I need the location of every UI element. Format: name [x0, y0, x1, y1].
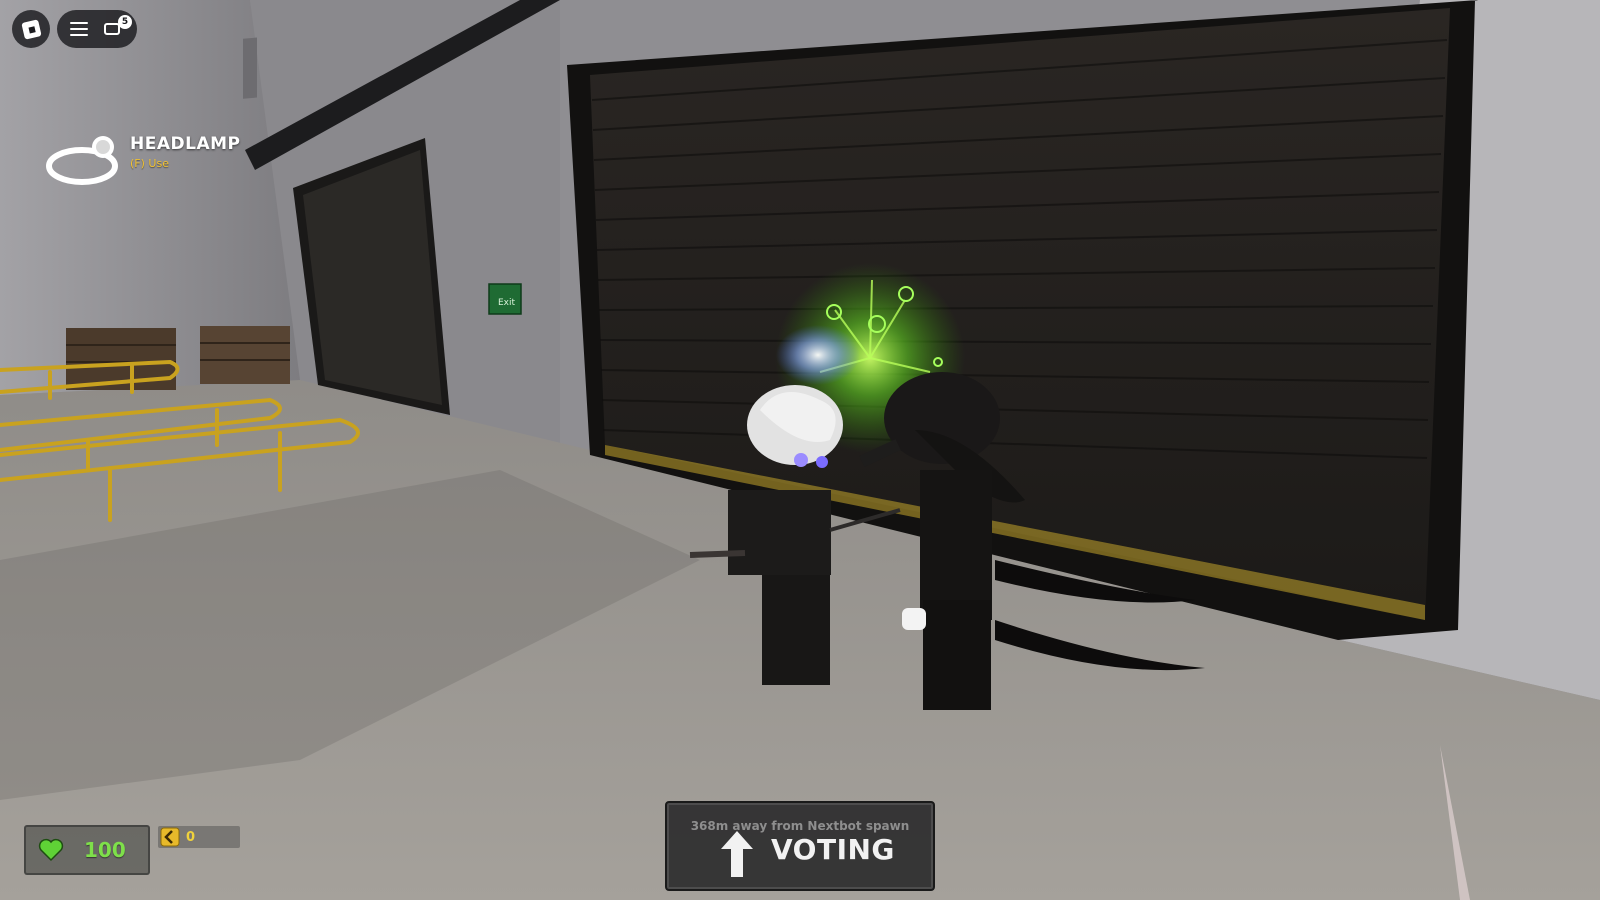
currency-display: 0: [158, 826, 240, 848]
voting-label: VOTING: [771, 833, 895, 866]
round-status-panel: 368m away from Nextbot spawn VOTING: [665, 801, 935, 891]
roblox-menu-button[interactable]: [12, 10, 50, 48]
health-display: 100: [24, 825, 150, 875]
roblox-logo-icon: [20, 18, 42, 40]
equipped-item[interactable]: HEADLAMP (F) Use: [46, 132, 240, 192]
chat-badge: 5: [118, 15, 132, 29]
hamburger-menu-icon[interactable]: [70, 22, 88, 36]
heart-icon: [38, 838, 64, 862]
up-arrow-icon: [721, 831, 753, 877]
item-name: HEADLAMP: [130, 134, 241, 154]
coin-icon: [160, 827, 180, 847]
item-use-hint: (F) Use: [130, 157, 169, 170]
headlamp-icon: [46, 136, 118, 185]
health-value: 100: [84, 838, 126, 862]
nextbot-distance-text: 368m away from Nextbot spawn: [690, 819, 910, 833]
exit-sign-text: Exit: [498, 298, 516, 308]
topbar-controls: 5: [57, 10, 137, 48]
currency-value: 0: [186, 829, 196, 845]
chat-icon[interactable]: 5: [102, 15, 132, 39]
